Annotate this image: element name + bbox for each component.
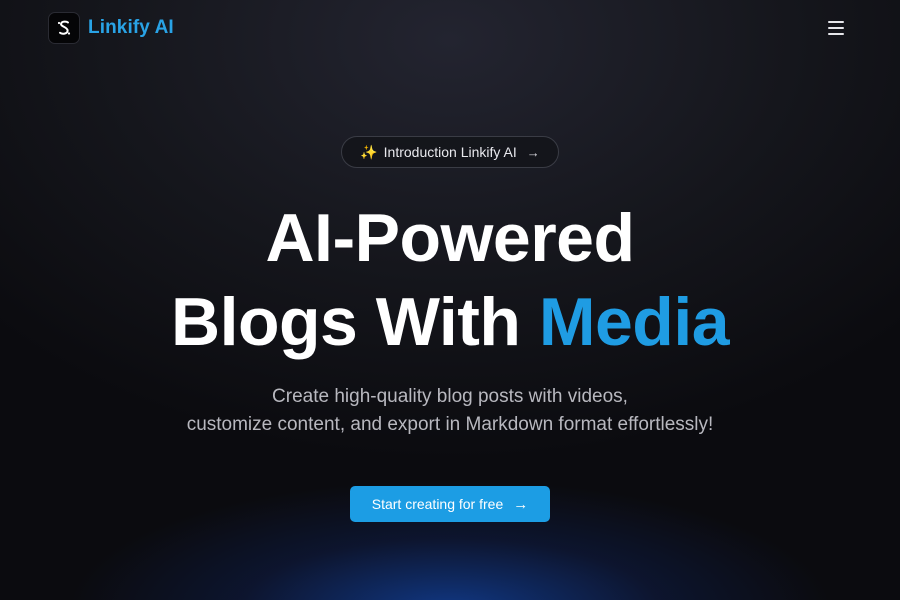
brand-name[interactable]: Linkify AI [88,17,174,39]
linkify-logo-icon[interactable] [48,12,80,44]
hamburger-menu-icon[interactable] [826,18,846,38]
subtitle-line2: customize content, and export in Markdow… [186,414,714,435]
headline-line2-prefix: Blogs With [170,284,539,360]
hero-subtitle: Create high-quality blog posts with vide… [0,383,900,439]
hero-headline: AI-Powered Blogs With Media [0,196,900,364]
intro-badge-label: Introduction Linkify AI [383,144,517,160]
arrow-right-icon: → [526,144,540,160]
headline-line1: AI-Powered [265,200,635,276]
arrow-right-icon: → [513,495,529,513]
headline-accent-word: Media [538,284,730,360]
sparkles-icon: ✨ [360,143,378,160]
intro-badge[interactable]: ✨ Introduction Linkify AI → [341,136,559,168]
start-creating-button[interactable]: Start creating for free → [350,486,550,522]
subtitle-line1: Create high-quality blog posts with vide… [272,386,628,407]
site-header: Linkify AI [0,0,900,56]
cta-label: Start creating for free [371,496,504,512]
